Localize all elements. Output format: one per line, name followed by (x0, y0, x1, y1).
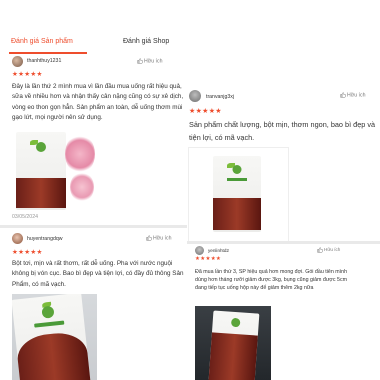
review-photo[interactable] (12, 128, 97, 212)
avatar (12, 233, 23, 244)
review-text: Đây là lần thứ 2 mình mua vì lần đầu mua… (12, 83, 184, 122)
review-text: Sản phẩm chất lượng, bột mịn, thơm ngon,… (189, 120, 376, 142)
helpful-label: Hữu ích (153, 235, 172, 242)
star-rating: ★★★★★ (195, 256, 222, 262)
helpful-button[interactable]: Hữu ích (340, 92, 365, 98)
thumbs-up-icon (146, 235, 152, 241)
tab-product-review[interactable]: Đánh giá Sản phẩm (11, 38, 73, 45)
star-rating: ★★★★★ (12, 249, 43, 256)
helpful-label: Hữu ích (324, 247, 341, 253)
product-package (16, 132, 66, 210)
divider (187, 241, 380, 244)
thumbs-up-icon (137, 58, 143, 64)
product-package (213, 156, 261, 232)
avatar (12, 56, 23, 67)
helpful-button[interactable]: Hữu ích (317, 247, 340, 253)
active-tab-indicator (9, 52, 87, 54)
review-photo[interactable] (188, 147, 289, 242)
thumbs-up-icon (340, 92, 346, 98)
avatar (195, 246, 204, 255)
review-photo[interactable] (12, 294, 97, 380)
helpful-label: Hữu ích (144, 58, 163, 65)
tab-shop-review[interactable]: Đánh giá Shop (123, 38, 169, 45)
helpful-button[interactable]: Hữu ích (146, 235, 171, 241)
star-rating: ★★★★★ (12, 71, 43, 78)
review-panel-left: Đánh giá Sản phẩm Đánh giá Shop thanhthu… (0, 0, 187, 380)
review-date: 03/05/2024 (12, 214, 38, 220)
helpful-label: Hữu ích (347, 92, 366, 99)
review-username: yenlinhtd2 (208, 248, 229, 253)
avatar (189, 90, 201, 102)
product-package (208, 310, 260, 380)
thumbs-up-icon (317, 247, 323, 253)
review-username: huyentrangdqw (27, 236, 63, 242)
review-panel-right: tranvanjg3xj Hữu ích ★★★★★ Sản phẩm chất… (187, 0, 380, 380)
review-photo[interactable] (195, 306, 271, 380)
product-package (12, 294, 91, 380)
helpful-button[interactable]: Hữu ích (137, 58, 162, 64)
review-username: thanhthuy1231 (27, 58, 62, 64)
review-text: Bột tơi, mịn và rất thơm, rất dễ uống. P… (12, 260, 184, 288)
divider (0, 225, 187, 228)
review-username: tranvanjg3xj (206, 94, 234, 100)
star-rating: ★★★★★ (189, 108, 222, 115)
review-text: Đã mua lần thứ 3, SP hiệu quả hơn mong đ… (195, 269, 348, 292)
review-tabs: Đánh giá Sản phẩm Đánh giá Shop (0, 0, 187, 56)
